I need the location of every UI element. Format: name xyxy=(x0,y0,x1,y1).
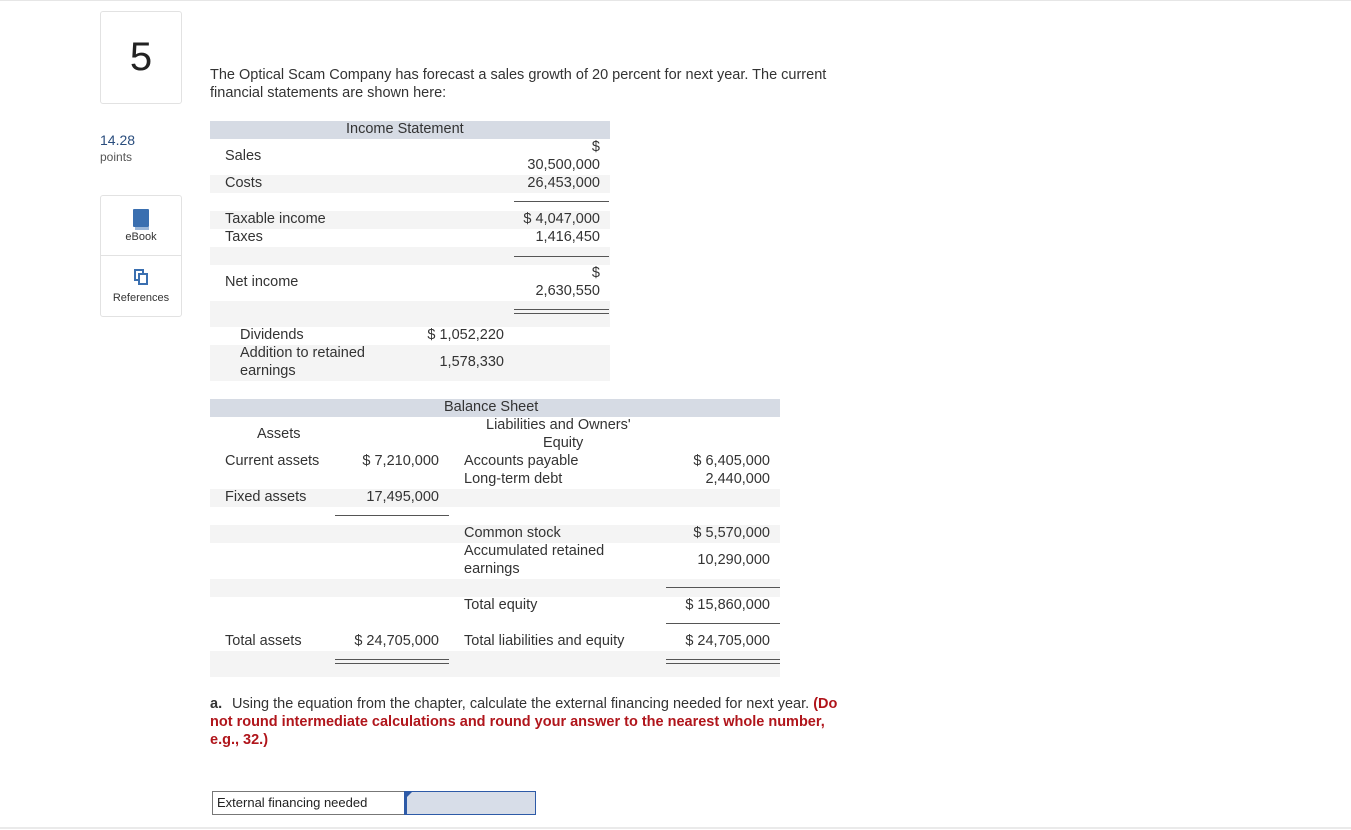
fixed-assets-value: 17,495,000 xyxy=(366,489,439,505)
costs-value: 26,453,000 xyxy=(527,175,600,191)
long-term-debt-label: Long-term debt xyxy=(464,471,563,487)
assets-header: Assets xyxy=(257,426,301,442)
copy-icon xyxy=(134,269,148,285)
net-income-currency: $ xyxy=(591,265,600,281)
balance-sheet-title: Balance Sheet xyxy=(444,399,539,415)
total-rule xyxy=(514,313,609,314)
long-term-debt-value: 2,440,000 xyxy=(705,471,770,487)
accounts-payable-value: $ 6,405,000 xyxy=(693,453,770,469)
subtotal-rule xyxy=(666,587,780,588)
references-button[interactable]: References xyxy=(101,257,181,317)
total-equity-value: $ 15,860,000 xyxy=(685,597,770,613)
row-band xyxy=(210,579,780,597)
points-label: points xyxy=(100,150,133,164)
taxes-value: 1,416,450 xyxy=(535,229,600,245)
points-value: 14.28 xyxy=(100,132,136,148)
dividends-value: $ 1,052,220 xyxy=(427,327,504,343)
addition-retained-value: 1,578,330 xyxy=(439,354,504,370)
taxes-label: Taxes xyxy=(225,229,263,245)
liabilities-header: Liabilities and Owners' xyxy=(486,417,631,433)
total-assets-label: Total assets xyxy=(225,633,302,649)
current-assets-label: Current assets xyxy=(225,453,320,469)
bottom-divider xyxy=(0,827,1351,829)
accounts-payable-label: Accounts payable xyxy=(464,453,579,469)
total-assets-value: $ 24,705,000 xyxy=(354,633,439,649)
subtotal-rule xyxy=(514,201,609,202)
total-rule xyxy=(514,309,609,310)
net-income-value: 2,630,550 xyxy=(535,283,600,299)
sales-value: 30,500,000 xyxy=(527,157,600,173)
taxable-income-value: $ 4,047,000 xyxy=(523,211,600,227)
dividends-label: Dividends xyxy=(240,327,304,343)
addition-retained-label-2: earnings xyxy=(240,363,296,379)
question-number: 5 xyxy=(100,11,182,104)
question-intro: The Optical Scam Company has forecast a … xyxy=(210,67,827,101)
question-text: Using the equation from the chapter, cal… xyxy=(228,696,814,712)
income-statement-title: Income Statement xyxy=(346,121,464,137)
total-rule xyxy=(335,659,449,660)
book-icon xyxy=(133,209,149,230)
row-band xyxy=(210,651,780,677)
common-stock-value: $ 5,570,000 xyxy=(693,525,770,541)
total-rule xyxy=(666,659,780,660)
addition-retained-label: Addition to retained xyxy=(240,345,365,361)
fixed-assets-label: Fixed assets xyxy=(225,489,307,505)
accum-retained-value: 10,290,000 xyxy=(697,552,770,568)
input-flag-icon xyxy=(406,792,412,798)
sales-label: Sales xyxy=(225,148,262,164)
answer-row: External financing needed xyxy=(212,791,536,815)
total-liab-equity-label: Total liabilities and equity xyxy=(464,633,625,649)
row-band xyxy=(210,301,610,327)
top-divider xyxy=(0,0,1351,1)
subtotal-rule xyxy=(666,623,780,624)
subtotal-rule xyxy=(335,515,449,516)
accum-retained-label: Accumulated retained xyxy=(464,543,605,559)
liabilities-header-2: Equity xyxy=(543,435,584,451)
answer-label: External financing needed xyxy=(217,795,368,810)
total-rule xyxy=(335,663,449,664)
current-assets-value: $ 7,210,000 xyxy=(362,453,439,469)
accum-retained-label-2: earnings xyxy=(464,561,520,577)
question-part-a: a. Using the equation from the chapter, … xyxy=(210,695,850,749)
references-label: References xyxy=(112,292,170,304)
total-liab-equity-value: $ 24,705,000 xyxy=(685,633,770,649)
tools-panel: eBook References xyxy=(100,195,182,317)
total-equity-label: Total equity xyxy=(464,597,538,613)
common-stock-label: Common stock xyxy=(464,525,561,541)
net-income-label: Net income xyxy=(225,274,299,290)
ebook-button[interactable]: eBook xyxy=(101,196,181,256)
ebook-label: eBook xyxy=(125,231,157,243)
taxable-income-label: Taxable income xyxy=(225,211,326,227)
part-label: a. xyxy=(210,696,223,712)
sales-currency: $ xyxy=(591,139,600,155)
external-financing-input[interactable] xyxy=(404,791,536,815)
costs-label: Costs xyxy=(225,175,263,191)
subtotal-rule xyxy=(514,256,609,257)
total-rule xyxy=(666,663,780,664)
